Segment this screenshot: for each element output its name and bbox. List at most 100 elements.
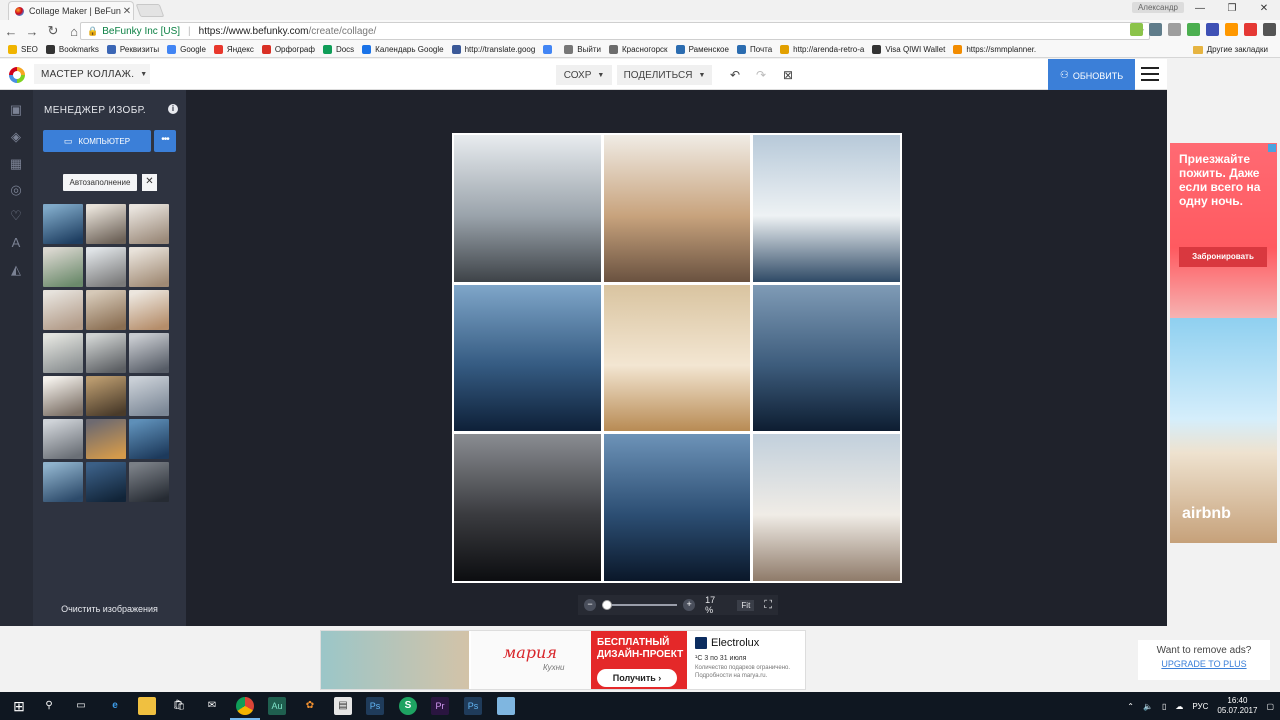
collage-cell-photo-sailboat-sea[interactable] [454, 284, 601, 432]
store-icon[interactable]: 🛍 [170, 697, 188, 715]
image-thumbnail[interactable] [86, 419, 126, 459]
bookmark-item[interactable]: Docs [322, 45, 354, 54]
audition-icon[interactable]: Au [268, 697, 286, 715]
other-bookmarks[interactable]: Другие закладки [1192, 45, 1268, 54]
bookmark-item[interactable]: Bookmarks [45, 45, 99, 54]
image-thumbnail[interactable] [43, 419, 83, 459]
sync-icon[interactable]: ☁ [1175, 702, 1183, 711]
image-thumbnail[interactable] [129, 333, 169, 373]
browser-tab[interactable]: Collage Maker | BeFunky ✕ [8, 1, 134, 20]
bookmark-item[interactable]: Яндекс [213, 45, 254, 54]
photoshop2-icon[interactable]: Ps [464, 697, 482, 715]
zoom-out-button[interactable]: − [584, 599, 596, 611]
image-thumbnail[interactable] [129, 290, 169, 330]
premiere-icon[interactable]: Pr [431, 697, 449, 715]
chrome-icon[interactable] [230, 697, 260, 720]
bookmark-item[interactable]: Visa QIWI Wallet [872, 45, 945, 54]
bookmark-item[interactable]: https://smmplanner. [953, 45, 1036, 54]
more-sources-button[interactable]: ••• [154, 130, 176, 152]
extension-icon[interactable] [1206, 23, 1219, 36]
image-icon[interactable]: ▣ [8, 102, 24, 118]
image-thumbnail[interactable] [129, 376, 169, 416]
language-indicator[interactable]: РУС [1192, 702, 1208, 711]
volume-icon[interactable]: 🔈 [1143, 702, 1153, 711]
minimize-icon[interactable]: — [1184, 0, 1216, 20]
upgrade-to-plus-link[interactable]: UPGRADE TO PLUS [1138, 659, 1270, 669]
extension-icon[interactable] [1244, 23, 1257, 36]
image-thumbnail[interactable] [86, 290, 126, 330]
zoom-slider-knob[interactable] [601, 600, 612, 610]
reload-icon[interactable]: ↻ [43, 23, 63, 39]
extension-icon[interactable] [1225, 23, 1238, 36]
windows-start-icon[interactable]: ⊞ [10, 697, 28, 715]
hamburger-menu-icon[interactable] [1141, 67, 1159, 81]
undo-icon[interactable]: ↶ [725, 65, 745, 85]
image-thumbnail[interactable] [86, 462, 126, 502]
tab-close-icon[interactable]: ✕ [121, 6, 133, 17]
skype-icon[interactable]: S [399, 697, 417, 715]
network-icon[interactable]: ▯ [1162, 702, 1166, 711]
text-icon[interactable]: A [8, 235, 24, 251]
collage-cell-photo-couple-watch[interactable] [454, 135, 601, 282]
computer-upload-button[interactable]: ▭ КОМПЬЮТЕР [43, 130, 151, 152]
maria-ad[interactable]: мария Кухни БЕСПЛАТНЫЙ ДИЗАЙН-ПРОЕКТ Пол… [320, 630, 806, 690]
extension-icon[interactable] [1168, 23, 1181, 36]
new-tab-button[interactable] [135, 4, 165, 17]
collage-cell-photo-yacht-sea[interactable] [753, 284, 900, 432]
image-thumbnail[interactable] [129, 419, 169, 459]
brush-icon[interactable]: ◈ [8, 129, 24, 145]
upgrade-button[interactable]: ⚇ ОБНОВИТЬ [1048, 59, 1135, 92]
photoshop-icon[interactable]: Ps [366, 697, 384, 715]
back-icon[interactable]: ← [1, 24, 21, 39]
collage-cell-photo-sunset-sailboat[interactable] [454, 434, 601, 581]
search-icon[interactable]: ⚲ [40, 697, 58, 715]
layout-icon[interactable]: ▦ [8, 156, 24, 172]
redo-icon[interactable]: ↷ [751, 65, 771, 85]
bookmark-item[interactable]: Почта [736, 45, 772, 54]
befunky-logo[interactable] [9, 67, 25, 83]
collage-cell-photo-woman-hat[interactable] [603, 284, 751, 432]
info-icon[interactable]: i [168, 104, 178, 114]
forward-icon[interactable]: → [22, 24, 42, 39]
bookmark-item[interactable]: Google [167, 45, 206, 54]
bookmark-item[interactable] [543, 45, 556, 54]
share-button[interactable]: ПОДЕЛИТЬСЯ ▼ [617, 65, 712, 85]
edge-icon[interactable]: e [106, 697, 124, 715]
ad-get-button[interactable]: Получить › [597, 669, 677, 687]
profile-name[interactable]: Александр [1131, 2, 1184, 13]
bookmark-item[interactable]: Красногорск [608, 45, 668, 54]
clock[interactable]: 16:40 05.07.2017 [1217, 696, 1257, 716]
heart-icon[interactable]: ♡ [8, 208, 24, 224]
close-icon[interactable]: ⊠ [778, 65, 798, 85]
image-thumbnail[interactable] [43, 247, 83, 287]
image-thumbnail[interactable] [43, 204, 83, 244]
window-close-icon[interactable]: ✕ [1248, 0, 1280, 20]
zoom-in-button[interactable]: + [683, 599, 696, 611]
tray-up-icon[interactable]: ⌃ [1127, 702, 1134, 711]
autofill-button[interactable]: Автозаполнение [63, 174, 137, 191]
image-thumbnail[interactable] [129, 204, 169, 244]
image-thumbnail[interactable] [86, 247, 126, 287]
collage-cell-photo-yacht-evening[interactable] [603, 434, 751, 581]
bookmark-item[interactable]: Орфограф [261, 45, 315, 54]
explorer-icon[interactable] [138, 697, 156, 715]
clear-autofill-icon[interactable]: ✕ [142, 174, 157, 191]
notes-icon[interactable]: ▤ [334, 697, 352, 715]
bookmark-item[interactable]: http://arenda-retro-a [780, 45, 864, 54]
image-thumbnail[interactable] [43, 462, 83, 502]
clear-images-button[interactable]: Очистить изображения [33, 604, 186, 614]
collage-cell-photo-bouquet-hands[interactable] [603, 135, 751, 282]
collage-cell-photo-bouquet-feet[interactable] [753, 434, 900, 581]
image-thumbnail[interactable] [129, 247, 169, 287]
task-view-icon[interactable]: ▭ [72, 697, 90, 715]
zoom-fit-button[interactable]: Fit [737, 599, 755, 611]
mail-icon[interactable]: ✉ [203, 697, 221, 715]
bookmark-item[interactable]: Выйти [564, 45, 601, 54]
airbnb-ad[interactable]: Приезжайте пожить. Даже если всего на од… [1170, 143, 1277, 543]
image-thumbnail[interactable] [43, 376, 83, 416]
image-thumbnail[interactable] [43, 290, 83, 330]
fullscreen-icon[interactable]: ⛶ [764, 599, 772, 612]
app-icon[interactable] [497, 697, 515, 715]
chrome-menu-icon[interactable] [1263, 23, 1276, 36]
eraser-icon[interactable]: ◭ [8, 262, 24, 278]
